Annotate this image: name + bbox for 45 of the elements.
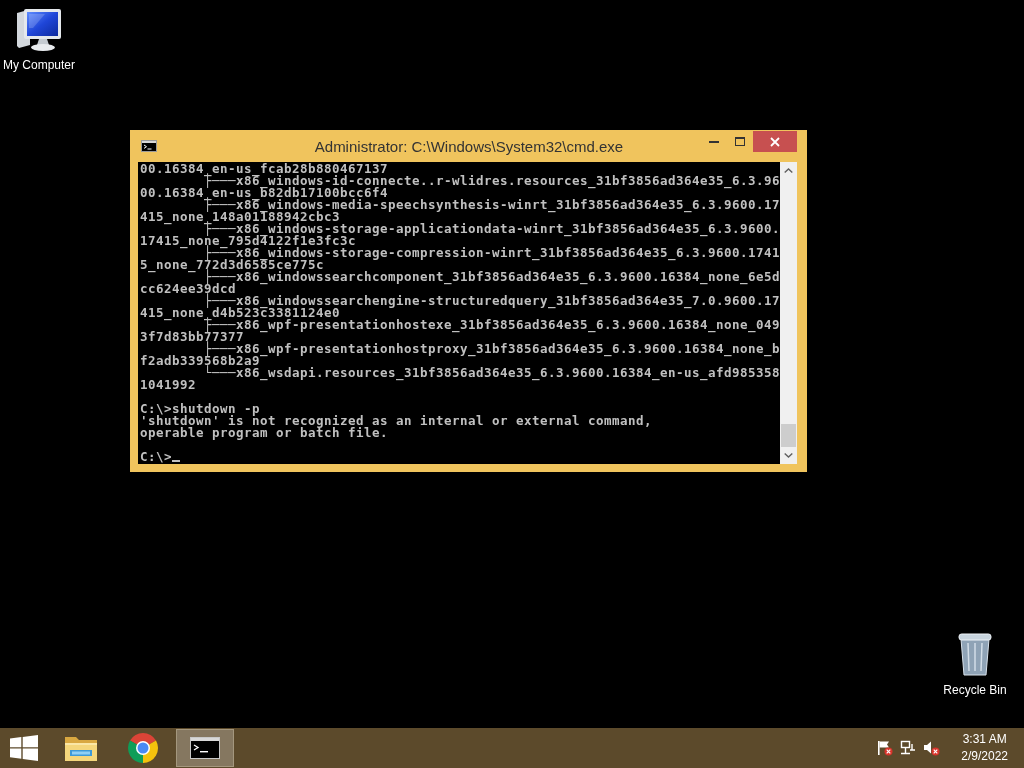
speaker-muted-icon[interactable]: [923, 740, 941, 756]
folder-icon: [64, 734, 98, 762]
chevron-down-icon: [784, 453, 793, 458]
console-line: ├───x86_windows-storage-applicationdata-winrt_31bf3856ad364e35_6.3.9600.: [204, 223, 780, 235]
console-icon: [190, 737, 220, 759]
console-line: 'shutdown' is not recognized as an internal or external command,: [140, 415, 652, 427]
clock-button[interactable]: 3:31 AM 2/9/2022: [955, 731, 1014, 765]
console-line: 17415_none_795d4122f1e3fc3c: [140, 235, 356, 247]
console-line: 00.16384_en-us_fcab28b880467137: [140, 163, 388, 175]
console-line: operable program or batch file.: [140, 427, 388, 439]
console-line: 1041992: [140, 379, 196, 391]
console-line: 415_none_d4b523c3381124e0: [140, 307, 340, 319]
console-line: 3f7d83bb77377: [140, 331, 244, 343]
window-title: Administrator: C:\Windows\System32\cmd.exe: [314, 138, 624, 156]
console-line: C:\>: [140, 451, 172, 463]
console-line: └───x86_wsdapi.resources_31bf3856ad364e35_6.3.9600.16384_en-us_afd985358: [204, 367, 780, 379]
console-line: ├───x86_wpf-presentationhostexe_31bf3856ad364e35_6.3.9600.16384_none_049: [204, 319, 780, 331]
console-line: 5_none_772d3d6585ce775c: [140, 259, 324, 271]
maximize-icon: [735, 137, 745, 146]
console-line: ├───x86_wpf-presentationhostproxy_31bf3856ad364e35_6.3.9600.16384_none_b: [204, 343, 780, 355]
four-panes-icon: [10, 735, 38, 761]
desktop-icon-label[interactable]: My Computer: [3, 58, 75, 73]
scrollbar-thumb[interactable]: [781, 424, 796, 447]
computer-icon[interactable]: [15, 8, 63, 52]
console-line: 415_none_148a01188942cbc3: [140, 211, 340, 223]
console-line: C:\>shutdown -p: [140, 403, 260, 415]
console-line: ├───x86_windows-storage-compression-winrt_31bf3856ad364e35_6.3.9600.1741: [204, 247, 780, 259]
minimize-icon: [709, 140, 719, 143]
close-icon: [770, 136, 780, 147]
console-line: 00.16384_en-us_b82db17100bcc6f4: [140, 187, 388, 199]
network-icon[interactable]: [900, 740, 917, 756]
recycle-bin-icon[interactable]: [957, 630, 993, 676]
close-button[interactable]: [753, 131, 797, 152]
console-line: ├───x86_windowssearchcomponent_31bf3856ad364e35_6.3.9600.16384_none_6e5d: [204, 271, 780, 283]
segmented-circle-icon: [127, 732, 159, 764]
console-line: ├───x86_windows-id-connecte..r-wlidres.resources_31bf3856ad364e35_6.3.96: [204, 175, 780, 187]
taskbar-button[interactable]: [176, 729, 234, 767]
console-icon[interactable]: [141, 140, 157, 152]
console-line: ├───x86_windowssearchengine-structuredquery_31bf3856ad364e35_7.0.9600.17: [204, 295, 780, 307]
console-line: f2adb339568b2a9: [140, 355, 260, 367]
console-line: cc624ee39dcd: [140, 283, 236, 295]
chevron-up-icon: [784, 168, 793, 173]
flag-icon[interactable]: [876, 740, 894, 756]
desktop-icon-label[interactable]: Recycle Bin: [943, 683, 1007, 698]
console-line: ├───x86_windows-media-speechsynthesis-winrt_31bf3856ad364e35_6.3.9600.17: [204, 199, 780, 211]
